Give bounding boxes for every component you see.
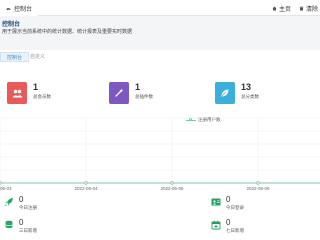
dashboard-icon <box>6 7 11 10</box>
stat-categories-label: 总分类数 <box>241 94 259 99</box>
calendar-plus-icon <box>211 220 221 230</box>
magic-wand-icon <box>115 88 124 97</box>
stat-members-value: 1 <box>33 82 39 92</box>
rocket-icon <box>4 198 13 207</box>
stat-plugins-label: 总插件数 <box>135 94 153 99</box>
users-icon <box>12 89 22 97</box>
stat-categories-value: 13 <box>241 82 252 92</box>
database-icon <box>5 220 13 228</box>
stat-categories-badge <box>215 82 235 104</box>
stats-panel: 1 总会员数 1 总插件数 13 总分类数 <box>0 64 320 110</box>
home-link[interactable]: 主页 <box>272 4 291 13</box>
x-tick-label: 2022-06-05 <box>160 186 184 191</box>
trash-icon <box>299 6 304 10</box>
x-tick-label: 2022-06-04 <box>74 186 98 191</box>
id-card-icon <box>211 198 221 206</box>
stat-plugins-badge <box>109 82 129 104</box>
tab-dashboard-label: 控制台 <box>14 6 33 13</box>
sub-tabs: 控制台 自定义 <box>0 50 320 65</box>
data-point[interactable] <box>0 181 2 185</box>
bstat-today-login-label: 今日登录 <box>226 205 244 210</box>
home-icon <box>272 6 277 10</box>
data-point[interactable] <box>170 181 174 185</box>
bstat-today-register-value: 0 <box>19 195 24 204</box>
bstat-today-register-label: 今日注册 <box>19 205 37 210</box>
x-tick-label: 2022-06-03 <box>0 186 12 191</box>
bstat-seven-days-label: 七日新增 <box>226 228 244 233</box>
x-tick-label: 2022-06-06 <box>246 186 270 191</box>
bottom-stats: 0 今日注册 0 今日登录 0 三日新增 0 七日新增 <box>0 194 320 240</box>
bstat-seven-days-value: 0 <box>226 218 231 227</box>
tab-dashboard[interactable]: 控制台 <box>0 0 39 16</box>
page-description: 用于展示当前系统中的统计数据、统计报表及重要实时数据 <box>2 29 133 35</box>
stat-plugins-value: 1 <box>135 82 141 92</box>
leaf-icon <box>221 89 229 97</box>
bstat-three-days-label: 三日新增 <box>19 228 37 233</box>
stat-members-badge <box>7 82 27 104</box>
home-label: 主页 <box>278 6 291 13</box>
page-header: 控制台 用于展示当前系统中的统计数据、统计报表及重要实时数据 <box>0 16 320 50</box>
page-title: 控制台 <box>2 22 21 28</box>
subtab-custom[interactable]: 自定义 <box>24 52 51 62</box>
stat-members-label: 总会员数 <box>33 94 51 99</box>
data-point[interactable] <box>84 181 88 185</box>
data-point[interactable] <box>256 181 260 185</box>
clear-label: 清除 <box>305 6 318 13</box>
bstat-today-login-value: 0 <box>226 195 231 204</box>
bstat-three-days-value: 0 <box>19 218 24 227</box>
clear-cache-button[interactable]: 清除 <box>299 4 318 13</box>
registration-chart: 注册用户数 2022-06-032022-06-042022-06-052022… <box>0 110 320 194</box>
chart-canvas: 2022-06-03 2022-06-04 2022-06-05 2022-06-06… <box>0 117 320 191</box>
top-navbar: 控制台 主页 清除 <box>0 0 320 16</box>
